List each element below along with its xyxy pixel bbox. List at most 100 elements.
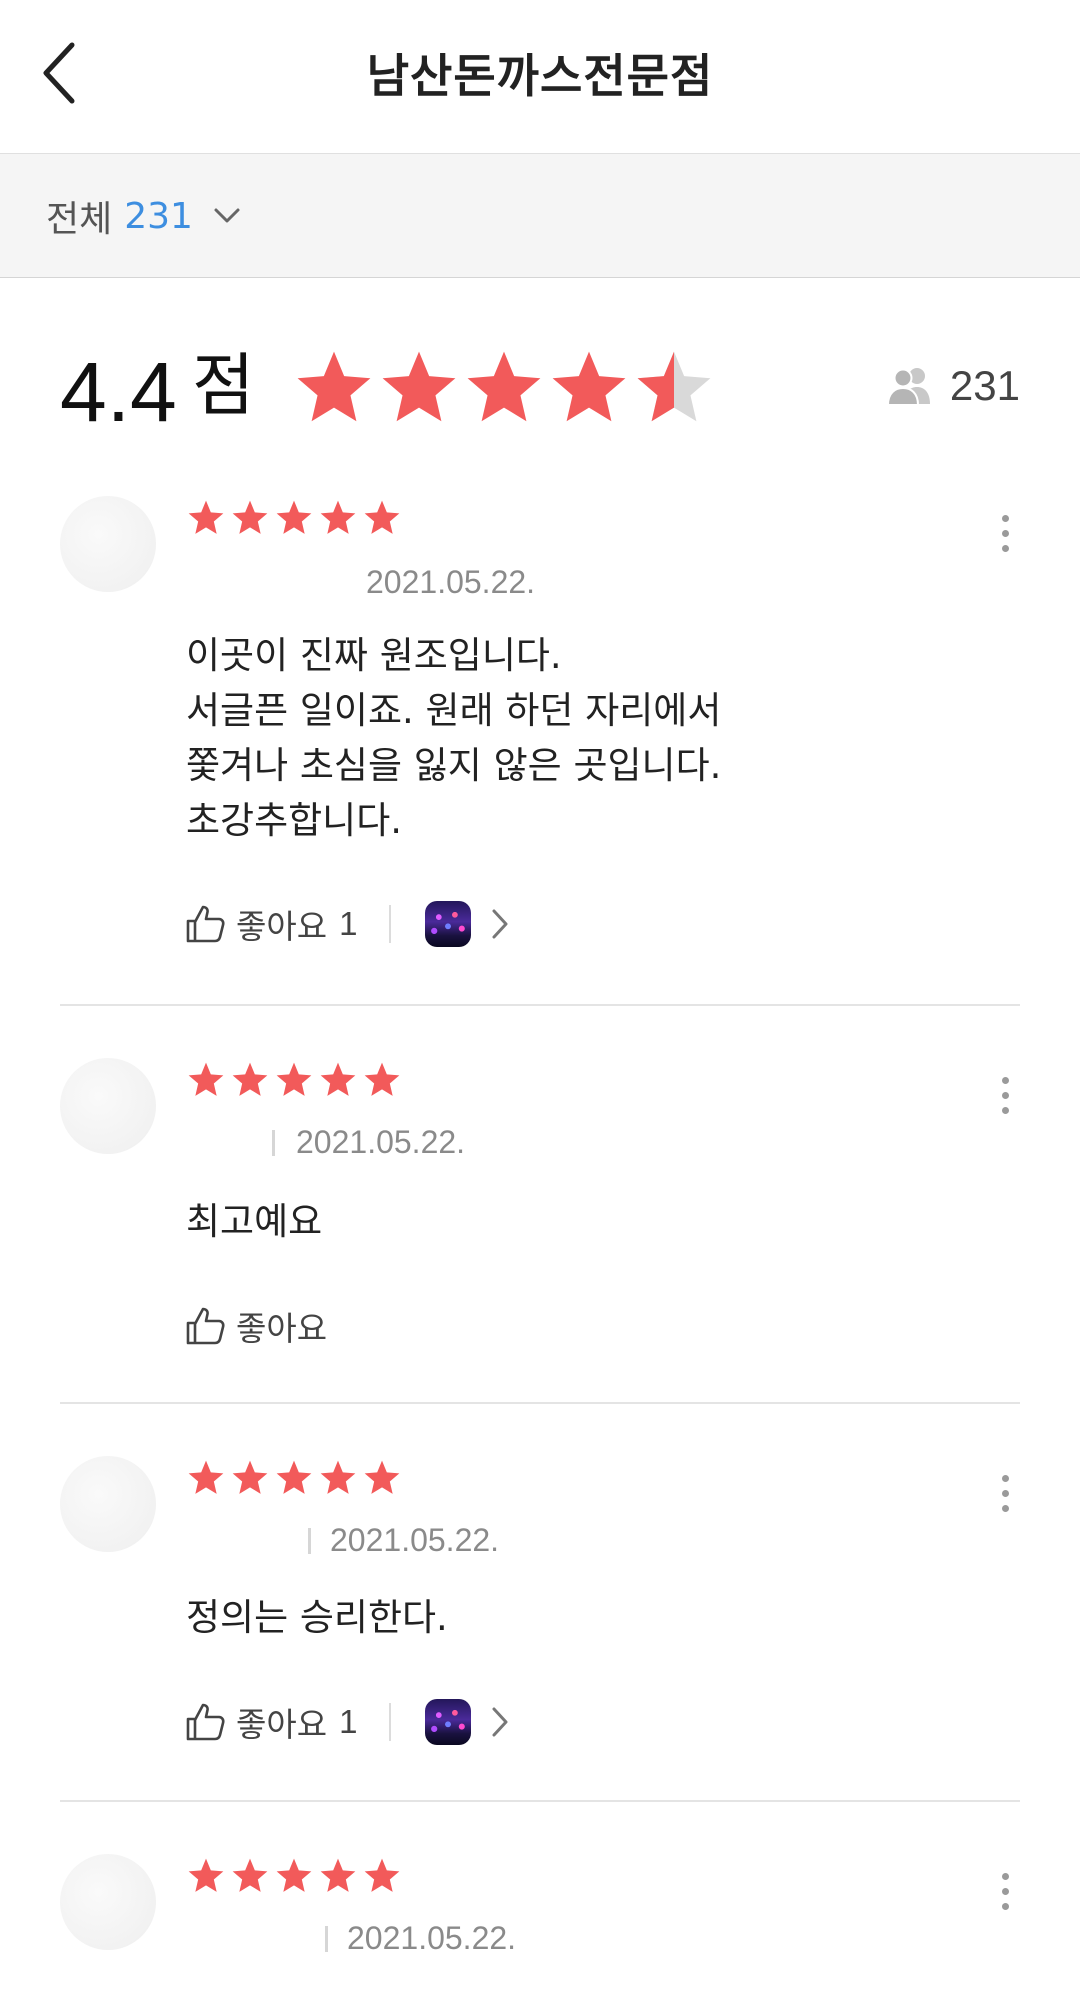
star-icon [318,498,358,538]
star-icon [292,346,376,430]
star-icon [230,1458,270,1498]
more-dot [1001,544,1009,552]
review-item: 2021.05.22. [60,1802,1020,2000]
like-label: 좋아요 [236,1309,328,1348]
like-button[interactable]: 좋아요 1 [184,900,357,948]
more-dot [1001,1489,1009,1497]
average-score: 4.4 [60,345,177,439]
star-icon [274,1458,314,1498]
rating-summary: 4.4 점 231 [0,278,1080,448]
star-icon [547,346,631,430]
review-text: 이곳이 진짜 원조입니다. 서글픈 일이죠. 원래 하던 자리에서 쫓겨나 초심… [186,628,721,848]
more-options-button[interactable] [990,503,1020,563]
people-icon [886,368,930,406]
reviewer-count-value: 231 [949,362,1020,409]
chevron-right-icon[interactable] [491,1706,509,1738]
score-unit: 점 [192,347,255,426]
thumbs-up-icon [186,1703,225,1741]
star-icon [274,1060,314,1100]
star-icon [362,498,402,538]
review-star-rating [186,1060,406,1100]
avatar[interactable] [60,496,156,592]
star-icon [186,498,226,538]
more-vertical-icon [1001,1076,1009,1084]
more-options-button[interactable] [990,1861,1020,1921]
more-options-button[interactable] [990,1463,1020,1523]
thumbs-up-icon [186,1307,225,1345]
more-dot [1001,1106,1009,1114]
filter-label: 전체 [46,199,113,240]
review-text-line: 이곳이 진짜 원조입니다. [186,634,562,677]
avatar[interactable] [60,1058,156,1154]
more-vertical-icon [1001,1872,1009,1880]
review-text-line: 서글픈 일이죠. 원래 하던 자리에서 [186,689,722,732]
more-options-button[interactable] [990,1065,1020,1125]
star-icon [362,1060,402,1100]
page-title: 남산돈까스전문점 [366,49,714,103]
review-text-line: 최고예요 [186,1200,323,1243]
divider [308,1528,311,1554]
divider [389,1703,392,1741]
like-count: 1 [339,905,358,942]
more-dot [1001,1504,1009,1512]
more-dot [1001,529,1009,537]
star-icon [318,1856,358,1896]
review-actions: 좋아요 1 [184,898,509,950]
review-photo-thumbnail[interactable] [425,1699,472,1745]
review-date: 2021.05.22. [347,1920,517,1956]
filter-bar: 전체 231 [0,153,1080,278]
review-text-line: 쫓겨나 초심을 잃지 않은 곳입니다. [186,744,722,787]
divider [389,905,392,943]
review-date: 2021.05.22. [330,1522,500,1558]
star-icon [274,1856,314,1896]
star-icon [274,498,314,538]
more-vertical-icon [1001,1474,1009,1482]
review-text-line: 정의는 승리한다. [186,1596,448,1639]
like-label: 좋아요 [236,907,328,946]
more-vertical-icon [1001,514,1009,522]
chevron-right-icon[interactable] [491,908,509,940]
like-count: 1 [339,1703,358,1740]
reviewer-count: 231 [886,362,1020,410]
star-icon [462,346,546,430]
star-icon [230,1060,270,1100]
filter-count: 231 [124,195,193,237]
divider [272,1130,275,1156]
review-photo-thumbnail[interactable] [425,901,472,947]
star-icon [632,346,716,430]
star-icon [186,1856,226,1896]
star-icon [186,1458,226,1498]
like-button[interactable]: 좋아요 1 [184,1698,357,1746]
review-actions: 좋아요 1 [184,1696,509,1748]
star-icon [230,1856,270,1896]
review-date: 2021.05.22. [366,564,536,600]
top-app-bar: 남산돈까스전문점 [0,0,1080,153]
review-star-rating [186,498,406,538]
star-icon [230,498,270,538]
average-star-rating [292,346,717,430]
avatar[interactable] [60,1854,156,1950]
divider [325,1926,328,1952]
review-item: 2021.05.22. 정의는 승리한다. 좋아요 1 [60,1404,1020,1802]
review-item: 2021.05.22. 이곳이 진짜 원조입니다. 서글픈 일이죠. 원래 하던… [60,478,1020,1006]
star-icon [362,1458,402,1498]
thumbs-up-icon [186,905,225,943]
star-icon [362,1856,402,1896]
star-icon [318,1060,358,1100]
review-filter-dropdown[interactable]: 전체 231 [46,190,241,242]
like-label: 좋아요 [236,1705,328,1744]
star-icon [377,346,461,430]
avatar[interactable] [60,1456,156,1552]
star-icon [318,1458,358,1498]
more-dot [1001,1902,1009,1910]
more-dot [1001,1887,1009,1895]
review-text: 정의는 승리한다. [186,1590,448,1645]
review-star-rating [186,1856,406,1896]
review-actions: 좋아요 [184,1300,327,1352]
like-button[interactable]: 좋아요 [184,1302,327,1350]
chevron-down-icon [213,207,241,225]
review-star-rating [186,1458,406,1498]
review-date: 2021.05.22. [296,1124,466,1160]
star-icon [186,1060,226,1100]
review-item: 2021.05.22. 최고예요 좋아요 [60,1006,1020,1404]
